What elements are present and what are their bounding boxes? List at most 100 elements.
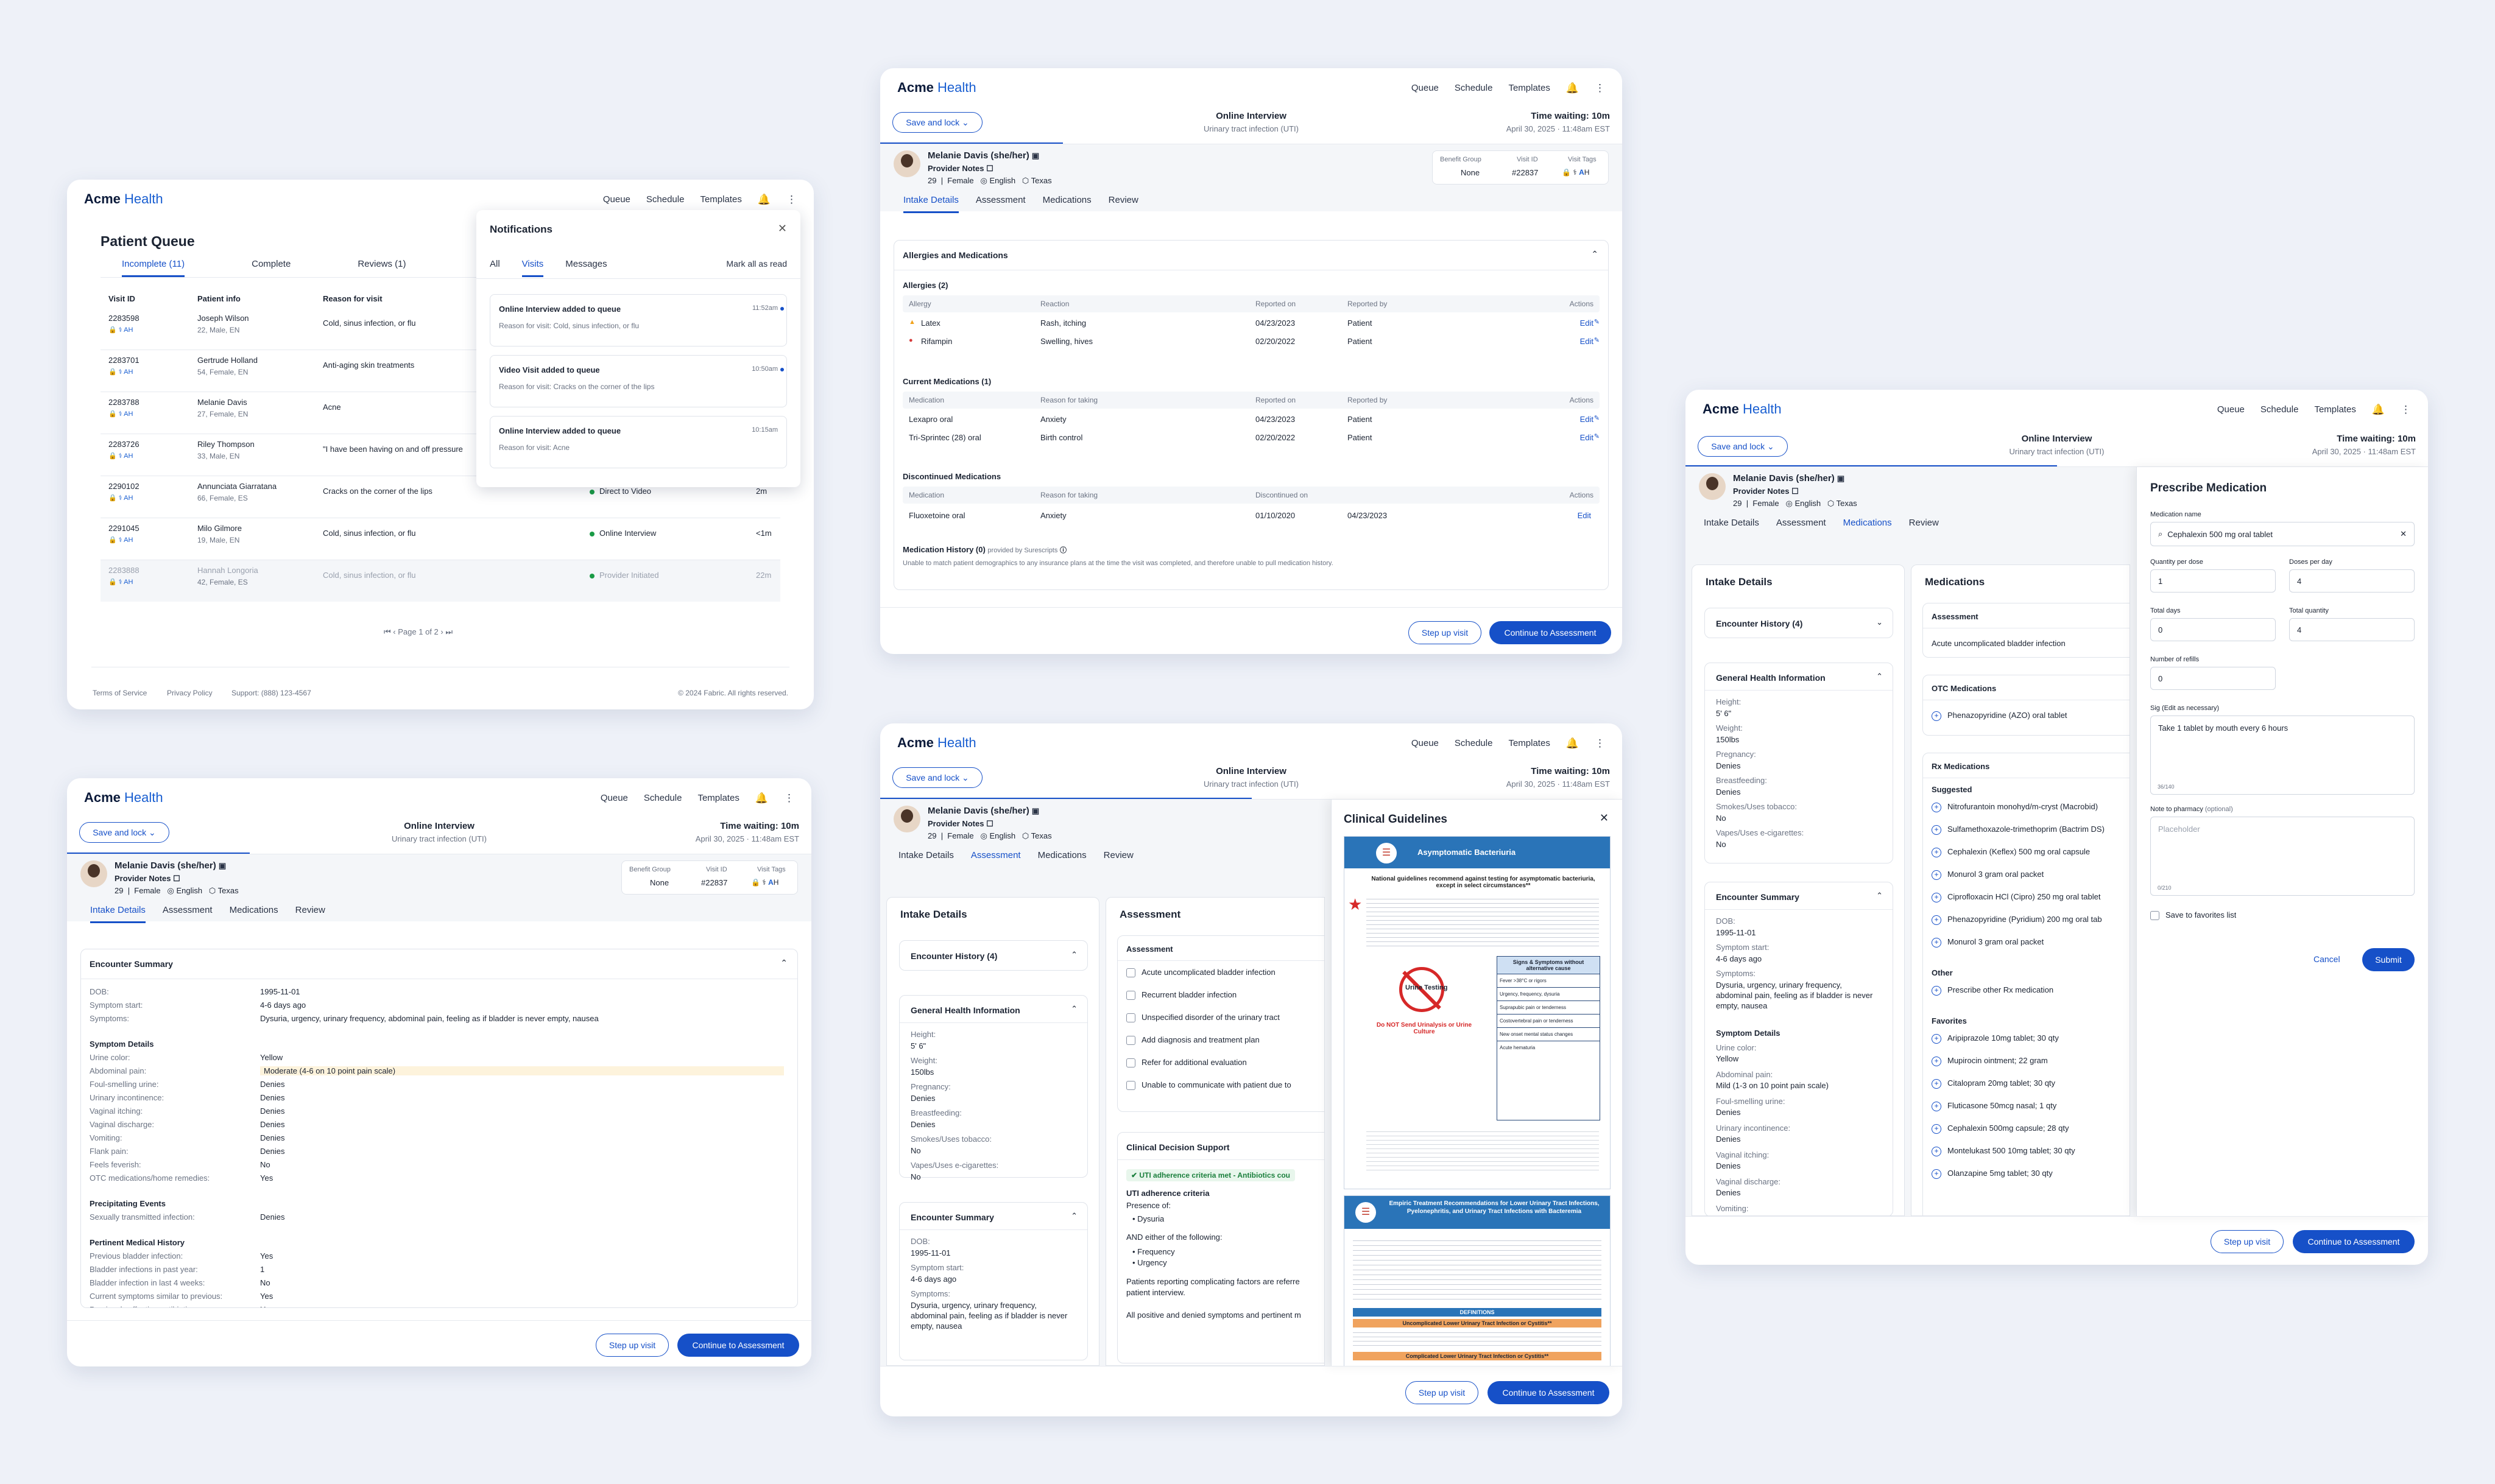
provider-notes[interactable]: Provider Notes ☐ <box>115 874 180 884</box>
nav-templates[interactable]: Templates <box>2314 404 2356 415</box>
guideline-document-empiric[interactable]: ☰ Empiric Treatment Recommendations for … <box>1344 1195 1611 1366</box>
continue-button[interactable]: Continue to Assessment <box>2293 1230 2415 1253</box>
notification-item[interactable]: Online Interview added to queue Reason fo… <box>490 294 787 346</box>
sig-textarea[interactable]: Take 1 tablet by mouth every 6 hours <box>2150 716 2415 795</box>
nav-schedule[interactable]: Schedule <box>646 194 685 205</box>
step-up-button[interactable]: Step up visit <box>1408 621 1481 644</box>
edit-link[interactable]: Edit <box>1580 415 1593 424</box>
edit-link[interactable]: Edit <box>1580 318 1593 328</box>
brand-logo[interactable]: Acme Health <box>897 80 976 96</box>
diagnosis-checkbox[interactable]: Recurrent bladder infection <box>1126 990 1237 1000</box>
checkbox[interactable] <box>1126 1058 1135 1068</box>
checkbox[interactable] <box>1126 1036 1135 1046</box>
favorite-item[interactable]: + Montelukast 500 10mg tablet; 30 qty <box>1932 1146 2075 1156</box>
terms-link[interactable]: Terms of Service <box>93 689 147 697</box>
checkbox[interactable] <box>1126 991 1135 1000</box>
tab-review[interactable]: Review <box>295 905 325 923</box>
more-vertical-icon[interactable]: ⋮ <box>1595 83 1605 93</box>
nav-queue[interactable]: Queue <box>601 793 628 803</box>
edit-link[interactable]: Edit <box>1578 511 1591 520</box>
nav-schedule[interactable]: Schedule <box>1455 83 1493 93</box>
cancel-button[interactable]: Cancel <box>2313 954 2340 964</box>
nav-templates[interactable]: Templates <box>700 194 741 205</box>
tab-complete[interactable]: Complete <box>252 259 291 277</box>
nav-templates[interactable]: Templates <box>697 793 739 803</box>
tab-reviews[interactable]: Reviews (1) <box>358 259 406 277</box>
provider-notes[interactable]: Provider Notes ☐ <box>928 164 993 174</box>
tab-assessment[interactable]: Assessment <box>163 905 213 923</box>
tab-intake[interactable]: Intake Details <box>1704 518 1759 536</box>
chevron-up-icon[interactable]: ⌃ <box>1071 1004 1078 1014</box>
step-up-button[interactable]: Step up visit <box>2211 1230 2284 1253</box>
medication-name-input[interactable]: ⌕ Cephalexin 500 mg oral tablet ✕ <box>2150 522 2415 546</box>
add-otc-item[interactable]: + Phenazopyridine (AZO) oral tablet <box>1932 711 2067 721</box>
submit-button[interactable]: Submit <box>2362 948 2415 971</box>
tab-assessment[interactable]: Assessment <box>970 850 1021 868</box>
diagnosis-checkbox[interactable]: Refer for additional evaluation <box>1126 1058 1247 1068</box>
provider-notes[interactable]: Provider Notes ☐ <box>1733 487 1799 496</box>
more-vertical-icon[interactable]: ⋮ <box>784 793 794 803</box>
collapse-icon[interactable]: ⌃ <box>1591 249 1598 259</box>
privacy-link[interactable]: Privacy Policy <box>167 689 213 697</box>
brand-logo[interactable]: Acme Health <box>84 191 163 207</box>
step-up-button[interactable]: Step up visit <box>1405 1381 1478 1404</box>
more-vertical-icon[interactable]: ⋮ <box>2401 404 2411 415</box>
edit-link[interactable]: Edit <box>1580 337 1593 346</box>
nav-queue[interactable]: Queue <box>2217 404 2245 415</box>
tab-medications[interactable]: Medications <box>1043 195 1092 213</box>
encounter-history-accordion[interactable]: Encounter History (4) ⌃ <box>899 940 1088 971</box>
tab-intake[interactable]: Intake Details <box>90 905 146 923</box>
more-vertical-icon[interactable]: ⋮ <box>786 194 797 205</box>
rx-item[interactable]: + Sulfamethoxazole-trimethoprim (Bactrim … <box>1932 825 2105 835</box>
pharmacy-note-textarea[interactable]: Placeholder <box>2150 817 2415 896</box>
mark-all-read[interactable]: Mark all as read <box>726 259 787 269</box>
nav-templates[interactable]: Templates <box>1508 738 1550 748</box>
brand-logo[interactable]: Acme Health <box>1703 401 1782 417</box>
bell-icon[interactable]: 🔔 <box>2372 404 2385 415</box>
favorite-item[interactable]: + Olanzapine 5mg tablet; 30 qty <box>1932 1169 2053 1179</box>
tab-review[interactable]: Review <box>1104 850 1134 868</box>
notification-item[interactable]: Video Visit added to queue Reason for vis… <box>490 355 787 407</box>
continue-button[interactable]: Continue to Assessment <box>1487 1381 1609 1404</box>
provider-notes[interactable]: Provider Notes ☐ <box>928 819 993 829</box>
nav-schedule[interactable]: Schedule <box>1455 738 1493 748</box>
rx-item[interactable]: + Phenazopyridine (Pyridium) 200 mg oral … <box>1932 915 2102 925</box>
tab-assessment[interactable]: Assessment <box>1776 518 1826 536</box>
diagnosis-checkbox[interactable]: Unspecified disorder of the urinary trac… <box>1126 1013 1280 1023</box>
close-icon[interactable]: ✕ <box>778 222 787 235</box>
bell-icon[interactable]: 🔔 <box>758 194 771 205</box>
refills-input[interactable]: 0 <box>2150 667 2276 690</box>
more-vertical-icon[interactable]: ⋮ <box>1595 738 1605 748</box>
chevron-up-icon[interactable]: ⌃ <box>1876 672 1883 681</box>
checkbox[interactable] <box>1126 1081 1135 1091</box>
nav-queue[interactable]: Queue <box>603 194 630 205</box>
collapse-icon[interactable]: ⌃ <box>780 958 788 968</box>
rx-item[interactable]: + Nitrofurantoin monohyd/m-cryst (Macrobi… <box>1932 802 2098 812</box>
tab-medications[interactable]: Medications <box>1038 850 1087 868</box>
tab-review[interactable]: Review <box>1109 195 1138 213</box>
total-days-input[interactable]: 0 <box>2150 618 2276 641</box>
chevron-up-icon[interactable]: ⌃ <box>1876 891 1883 901</box>
bell-icon[interactable]: 🔔 <box>1566 83 1579 93</box>
favorite-item[interactable]: + Aripiprazole 10mg tablet; 30 qty <box>1932 1033 2059 1044</box>
other-rx-item[interactable]: + Prescribe other Rx medication <box>1932 985 2053 996</box>
table-row[interactable]: 2291045 🔒 ⚕ AH Milo Gilmore 19, Male, EN Col… <box>101 518 780 560</box>
table-row[interactable]: 2283888 🔒 ⚕ AH Hannah Longoria 42, Female, … <box>101 560 780 602</box>
nav-templates[interactable]: Templates <box>1508 83 1550 93</box>
diagnosis-checkbox[interactable]: Add diagnosis and treatment plan <box>1126 1035 1260 1046</box>
quantity-per-dose-input[interactable]: 1 <box>2150 569 2276 593</box>
notification-item[interactable]: Online Interview added to queue Reason fo… <box>490 416 787 468</box>
checkbox[interactable] <box>1126 1013 1135 1023</box>
continue-button[interactable]: Continue to Assessment <box>1489 621 1611 644</box>
nav-queue[interactable]: Queue <box>1411 738 1439 748</box>
encounter-history-accordion[interactable]: Encounter History (4) ⌄ <box>1704 608 1893 638</box>
checkbox[interactable] <box>1126 968 1135 978</box>
step-up-button[interactable]: Step up visit <box>596 1334 669 1357</box>
favorite-item[interactable]: + Mupirocin ointment; 22 gram <box>1932 1056 2048 1066</box>
diagnosis-checkbox[interactable]: Unable to communicate with patient due t… <box>1126 1080 1291 1091</box>
brand-logo[interactable]: Acme Health <box>84 790 163 806</box>
tab-all[interactable]: All <box>490 259 500 277</box>
edit-link[interactable]: Edit <box>1580 433 1593 442</box>
chevron-up-icon[interactable]: ⌃ <box>1071 1211 1078 1221</box>
diagnosis-checkbox[interactable]: Acute uncomplicated bladder infection <box>1126 968 1276 978</box>
